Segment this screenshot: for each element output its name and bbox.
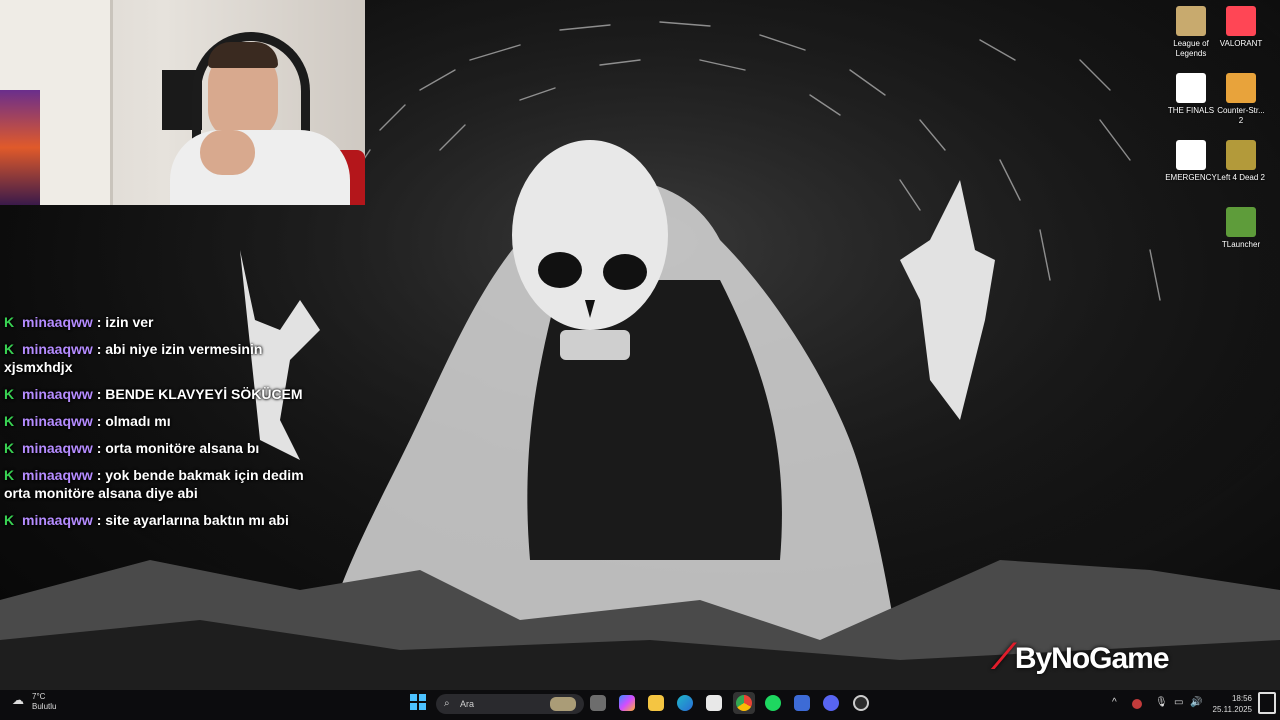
- store-icon[interactable]: [706, 695, 722, 711]
- chat-message: Kminaaqww : abi niye izin vermesinin xjs…: [4, 340, 314, 376]
- app-icon[interactable]: [794, 695, 810, 711]
- chat-message: Kminaaqww : orta monitöre alsana bı: [4, 439, 314, 457]
- desktop-icon-label: EMERGENCY: [1165, 173, 1217, 182]
- league-of-legends-icon: [1176, 6, 1206, 36]
- search-icon: ⌕: [444, 698, 450, 709]
- copilot-icon[interactable]: [619, 695, 635, 711]
- chat-username: minaaqww: [22, 512, 93, 528]
- chat-message: Kminaaqww : olmadı mı: [4, 412, 314, 430]
- hair: [208, 42, 278, 68]
- chat-badge-icon: K: [4, 314, 15, 330]
- chat-badge-icon: K: [4, 341, 15, 357]
- valorant-icon: [1226, 6, 1256, 36]
- chat-text: : orta monitöre alsana bı: [96, 440, 260, 456]
- desktop-icon[interactable]: THE FINALS: [1165, 73, 1217, 116]
- webcam-overlay: [0, 0, 365, 205]
- discord-icon[interactable]: [823, 695, 839, 711]
- desktop-icon-label: Left 4 Dead 2: [1216, 173, 1266, 182]
- chevron-up-icon[interactable]: ^: [1112, 697, 1117, 708]
- volume-icon[interactable]: 🔊: [1190, 697, 1202, 708]
- chat-badge-icon: K: [4, 386, 15, 402]
- start-icon[interactable]: [410, 694, 426, 710]
- chat-message: Kminaaqww : yok bende bakmak için dedim …: [4, 466, 314, 502]
- desktop-icon[interactable]: Counter-Str... 2: [1215, 73, 1267, 126]
- chat-username: minaaqww: [22, 440, 93, 456]
- chat-username: minaaqww: [22, 341, 93, 357]
- desktop-icon-label: THE FINALS: [1167, 106, 1215, 115]
- chat-badge-icon: K: [4, 512, 15, 528]
- task-view-icon[interactable]: [590, 695, 606, 711]
- taskbar-search[interactable]: ⌕ Ara: [436, 694, 584, 714]
- desktop-icon[interactable]: Left 4 Dead 2: [1215, 140, 1267, 183]
- bynogame-watermark: ⟋ByNoGame: [992, 638, 1170, 676]
- chat-text: : site ayarlarına baktın mı abi: [96, 512, 289, 528]
- cloud-icon: ☁: [12, 693, 24, 707]
- clock-date: 25.11.2025: [1212, 705, 1252, 714]
- spotify-icon[interactable]: [765, 695, 781, 711]
- search-placeholder: Ara: [460, 699, 475, 709]
- taskbar: [0, 690, 1280, 720]
- desktop-icon-label: Counter-Str... 2: [1217, 106, 1265, 125]
- hand: [200, 130, 255, 175]
- chat-username: minaaqww: [22, 314, 93, 330]
- notification-icon[interactable]: [1258, 692, 1276, 714]
- tlauncher-icon: [1226, 207, 1256, 237]
- chat-badge-icon: K: [4, 440, 15, 456]
- file-explorer-icon[interactable]: [648, 695, 664, 711]
- left4dead-icon: [1226, 140, 1256, 170]
- desktop-icon[interactable]: EMERGENCY: [1165, 140, 1217, 183]
- the-finals-icon: [1176, 73, 1206, 103]
- chat-text: : BENDE KLAVYEYİ SÖKÜCEM: [96, 386, 303, 402]
- stream-chat: Kminaaqww : izin ver Kminaaqww : abi niye…: [4, 313, 314, 538]
- chat-username: minaaqww: [22, 467, 93, 483]
- chat-badge-icon: K: [4, 467, 15, 483]
- desktop-icon-label: VALORANT: [1219, 39, 1263, 48]
- chat-message: Kminaaqww : BENDE KLAVYEYİ SÖKÜCEM: [4, 385, 314, 403]
- chrome-icon[interactable]: [733, 692, 755, 714]
- chat-username: minaaqww: [22, 413, 93, 429]
- desktop-icon-label: TLauncher: [1221, 240, 1261, 249]
- chat-message: Kminaaqww : izin ver: [4, 313, 314, 331]
- weather-widget[interactable]: ☁ 7°C Bulutlu: [12, 692, 56, 712]
- clock-time: 18:56: [1231, 694, 1252, 703]
- hoodie: [170, 130, 350, 205]
- taskbar-clock[interactable]: 18:56 25.11.2025: [1206, 693, 1252, 715]
- network-icon[interactable]: ▭: [1174, 697, 1183, 708]
- streamer: [170, 30, 350, 205]
- weather-desc: Bulutlu: [32, 702, 57, 711]
- obs-icon[interactable]: [853, 695, 869, 711]
- system-tray: ^ 🎙 ▭ 🔊: [1112, 697, 1202, 713]
- desktop-icon[interactable]: VALORANT: [1215, 6, 1267, 49]
- chat-username: minaaqww: [22, 386, 93, 402]
- chat-badge-icon: K: [4, 413, 15, 429]
- microphone-icon[interactable]: 🎙: [1155, 697, 1168, 708]
- search-highlight-icon: [550, 697, 576, 711]
- pc-case: [0, 90, 40, 205]
- emergency-icon: [1176, 140, 1206, 170]
- edge-icon[interactable]: [677, 695, 693, 711]
- chat-message: Kminaaqww : site ayarlarına baktın mı ab…: [4, 511, 314, 529]
- weather-temp: 7°C: [32, 692, 46, 701]
- bynogame-logo-icon: ⟋: [992, 638, 1016, 676]
- chat-text: : olmadı mı: [96, 413, 171, 429]
- counter-strike-icon: [1226, 73, 1256, 103]
- chat-text: : izin ver: [96, 314, 154, 330]
- desktop-icon-label: League of Legends: [1173, 39, 1209, 58]
- desktop-icon[interactable]: League of Legends: [1165, 6, 1217, 59]
- tray-app-icon[interactable]: [1132, 699, 1142, 709]
- desktop-icon[interactable]: TLauncher: [1215, 207, 1267, 250]
